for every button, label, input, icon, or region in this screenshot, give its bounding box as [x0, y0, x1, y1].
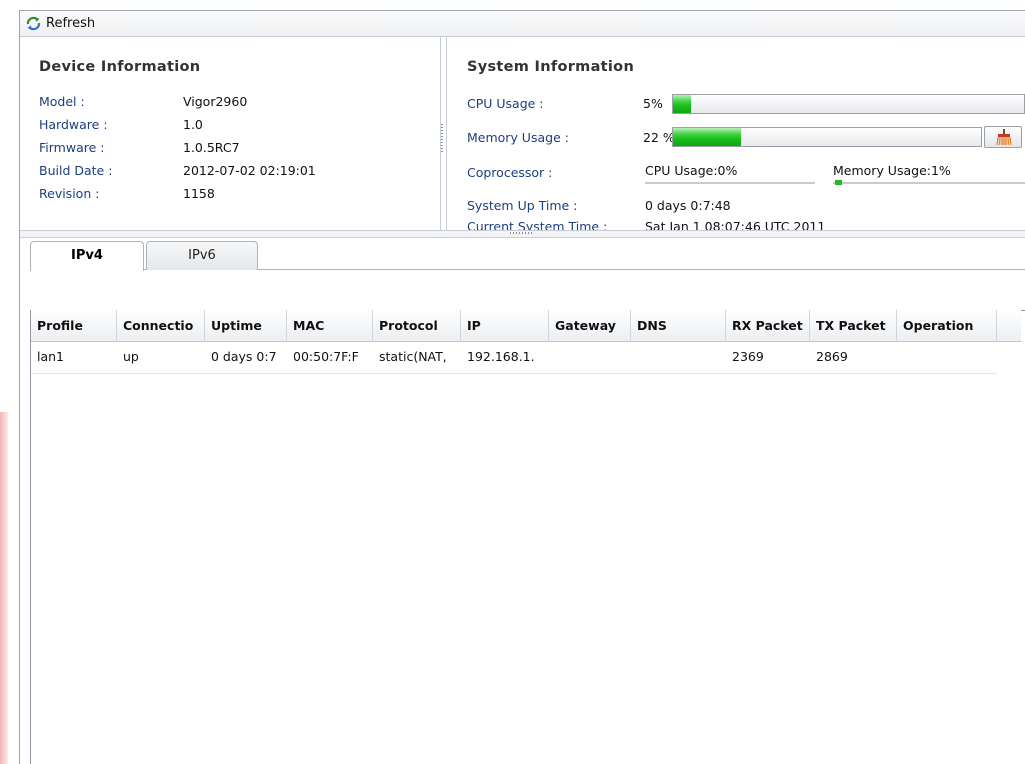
coprocessor-cpu-bar	[645, 182, 815, 184]
column-filler	[997, 310, 1021, 341]
cell-gateway	[549, 342, 631, 372]
memory-usage-bar-fill	[673, 128, 741, 146]
coprocessor-memory-bar	[833, 182, 1025, 184]
column-mac[interactable]: MAC	[287, 310, 373, 341]
column-connection[interactable]: Connectio	[117, 310, 205, 341]
column-rx-packet[interactable]: RX Packet	[726, 310, 810, 341]
revision-value: 1158	[183, 186, 215, 201]
left-edge-accent	[0, 412, 8, 764]
hardware-label: Hardware :	[39, 117, 108, 132]
cell-operation	[897, 342, 997, 372]
coprocessor-memory-usage: Memory Usage:1%	[833, 163, 951, 178]
cell-mac: 00:50:7F:F	[293, 349, 359, 364]
cpu-usage-bar-fill	[673, 95, 691, 113]
broom-icon	[996, 129, 1012, 145]
interface-table	[30, 310, 1025, 764]
refresh-icon	[26, 16, 41, 31]
memory-clean-button[interactable]	[984, 126, 1022, 148]
column-protocol[interactable]: Protocol	[373, 310, 461, 341]
cpu-usage-value: 5%	[643, 96, 663, 111]
column-uptime[interactable]: Uptime	[205, 310, 287, 341]
system-up-time-label: System Up Time :	[467, 198, 578, 213]
column-profile[interactable]: Profile	[31, 310, 117, 341]
horizontal-splitter-handle[interactable]	[510, 232, 534, 234]
cell-dns	[631, 342, 726, 372]
hardware-value: 1.0	[183, 117, 203, 132]
table-header: Profile Connectio Uptime MAC Protocol IP…	[31, 310, 1021, 342]
cell-connection: up	[123, 349, 139, 364]
left-edge	[0, 0, 10, 764]
memory-usage-label: Memory Usage :	[467, 130, 569, 145]
revision-label: Revision :	[39, 186, 100, 201]
memory-usage-value: 22 %	[643, 130, 675, 145]
cell-rx-packet: 2369	[732, 349, 764, 364]
column-gateway[interactable]: Gateway	[549, 310, 631, 341]
cpu-usage-bar	[672, 94, 1025, 114]
memory-usage-bar	[672, 127, 982, 147]
firmware-label: Firmware :	[39, 140, 105, 155]
model-label: Model :	[39, 94, 85, 109]
cell-protocol: static(NAT,	[379, 349, 447, 364]
refresh-button[interactable]: Refresh	[25, 14, 95, 33]
tab-ipv6[interactable]: IPv6	[146, 241, 258, 270]
system-information-title: System Information	[467, 59, 635, 75]
column-dns[interactable]: DNS	[631, 310, 726, 341]
coprocessor-label: Coprocessor :	[467, 165, 553, 180]
model-value: Vigor2960	[183, 94, 248, 109]
cell-tx-packet: 2869	[816, 349, 848, 364]
toolbar: Refresh	[20, 11, 1025, 37]
system-up-time-value: 0 days 0:7:48	[645, 198, 731, 213]
refresh-label: Refresh	[46, 16, 96, 31]
build-date-label: Build Date :	[39, 163, 113, 178]
coprocessor-memory-bar-fill	[835, 180, 842, 185]
cell-ip: 192.168.1.	[467, 349, 535, 364]
row-divider	[31, 373, 997, 374]
coprocessor-cpu-usage: CPU Usage:0%	[645, 163, 738, 178]
column-ip[interactable]: IP	[461, 310, 549, 341]
cpu-usage-label: CPU Usage :	[467, 96, 544, 111]
firmware-value: 1.0.5RC7	[183, 140, 240, 155]
build-date-value: 2012-07-02 02:19:01	[183, 163, 316, 178]
cell-uptime: 0 days 0:7	[211, 349, 277, 364]
device-information-title: Device Information	[39, 59, 201, 75]
cell-profile: lan1	[37, 349, 65, 364]
tab-ipv4[interactable]: IPv4	[30, 241, 144, 271]
vertical-splitter-handle[interactable]	[441, 124, 443, 152]
column-tx-packet[interactable]: TX Packet	[810, 310, 897, 341]
column-operation[interactable]: Operation	[897, 310, 997, 341]
